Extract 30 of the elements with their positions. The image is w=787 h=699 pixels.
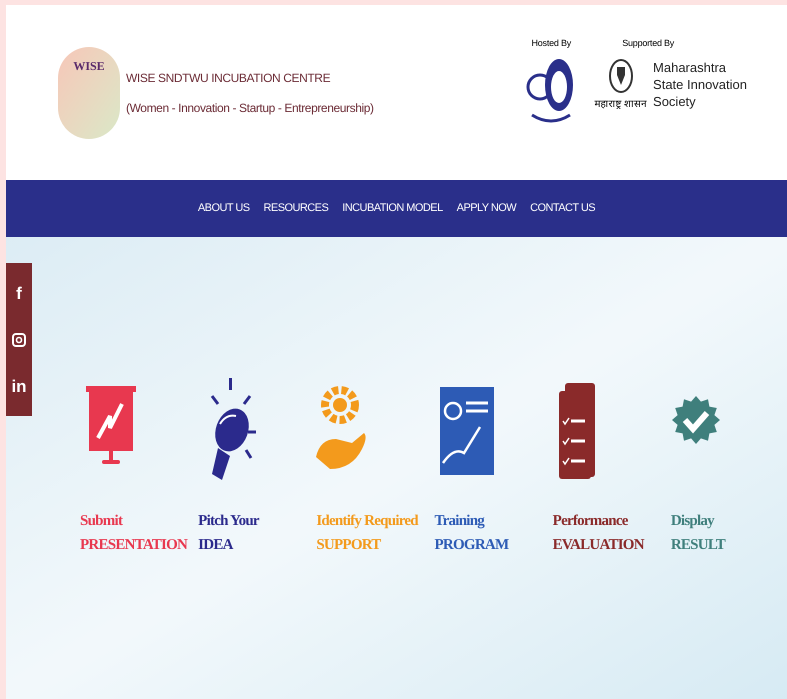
step-label: Submit xyxy=(80,512,124,531)
step-label: Performance xyxy=(552,512,629,531)
linkedin-link[interactable]: in xyxy=(11,378,27,394)
step-label: PRESENTATION xyxy=(80,536,189,555)
nav-link[interactable]: RESOURCES xyxy=(264,200,328,217)
nav-link[interactable]: CONTACT US xyxy=(530,200,596,217)
step-label: EVALUATION xyxy=(552,536,646,555)
site-title: WISE SNDTWU INCUBATION CENTRE xyxy=(126,70,332,86)
state-emblem-icon xyxy=(608,58,633,92)
instagram-icon[interactable] xyxy=(12,332,26,346)
nav-link[interactable]: INCUBATION MODEL xyxy=(342,200,443,217)
society-name: Maharashtra xyxy=(653,58,728,76)
step-label: RESULT xyxy=(670,536,726,555)
site-subtitle: (Women - Innovation - Startup - Entrepreneurship) xyxy=(126,100,374,116)
emblem-caption: महाराष्ट्र शासन xyxy=(594,98,648,112)
step-label: Identify Required xyxy=(316,512,420,531)
society-name: Society xyxy=(653,92,697,110)
step-label: PROGRAM xyxy=(434,536,510,555)
step-label: SUPPORT xyxy=(316,536,382,555)
hosted-by-label: Hosted By xyxy=(532,37,571,50)
society-name: State Innovation xyxy=(653,76,747,92)
step-label: Pitch Your xyxy=(198,512,260,531)
step-label: Training xyxy=(434,512,486,531)
facebook-link[interactable]: f xyxy=(16,284,22,302)
logo-text: WISE xyxy=(73,58,105,74)
supported-by-label: Supported By xyxy=(622,37,676,50)
nav-link[interactable]: APPLY NOW xyxy=(456,200,516,217)
step-label: IDEA xyxy=(198,536,234,555)
nav-link[interactable]: ABOUT US xyxy=(198,200,250,217)
step-label: Display xyxy=(670,512,716,531)
